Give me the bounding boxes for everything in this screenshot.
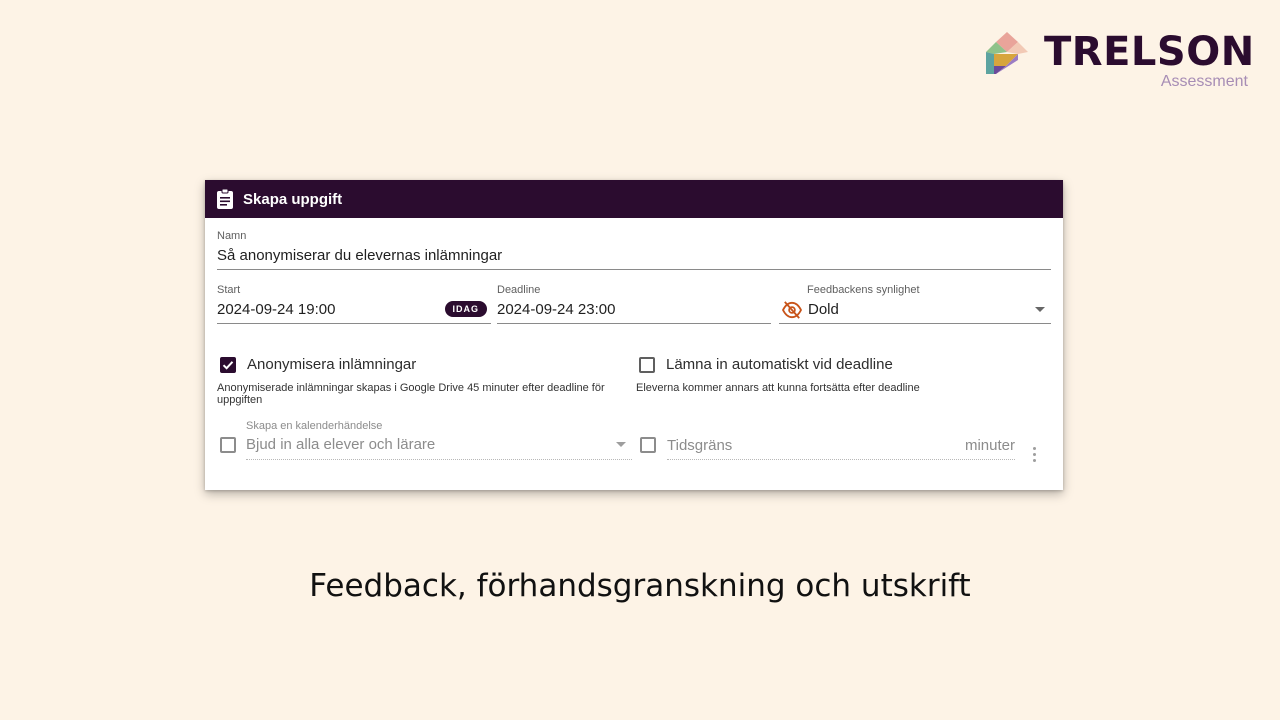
anonymize-checkbox-row[interactable]: Anonymisera inlämningar	[220, 356, 416, 373]
brand-subtitle: Assessment	[1160, 73, 1248, 90]
checkmark-icon	[222, 360, 234, 370]
time-limit-field[interactable]: Tidsgräns minuter	[667, 420, 1015, 460]
anonymize-checkbox[interactable]	[220, 356, 236, 373]
clipboard-icon	[217, 189, 233, 209]
anonymize-label: Anonymisera inlämningar	[247, 356, 417, 373]
auto-submit-help-text: Eleverna kommer annars att kunna fortsät…	[636, 382, 920, 394]
create-assignment-dialog: Skapa uppgift Namn Så anonymiserar du el…	[205, 180, 1063, 490]
chevron-down-icon	[1035, 307, 1045, 312]
eye-off-icon	[781, 301, 803, 319]
name-underline	[217, 269, 1051, 270]
name-field[interactable]: Namn Så anonymiserar du elevernas inlämn…	[217, 230, 1051, 270]
calendar-underline	[246, 459, 632, 460]
start-label: Start	[217, 284, 241, 296]
trelson-logo: TRELSON Assessment	[984, 28, 1254, 94]
dialog-header: Skapa uppgift	[205, 180, 1063, 218]
video-caption: Feedback, förhandsgranskning och utskrif…	[309, 568, 971, 604]
trelson-logo-mark-icon	[986, 32, 1028, 74]
calendar-select[interactable]: Skapa en kalenderhändelse Bjud in alla e…	[246, 420, 632, 460]
brand-name: TRELSON	[1044, 29, 1255, 75]
feedback-visibility-select[interactable]: Feedbackens synlighet Dold	[779, 284, 1051, 324]
today-button[interactable]: IDAG	[444, 301, 487, 317]
time-limit-checkbox[interactable]	[640, 437, 656, 453]
visibility-underline	[779, 323, 1051, 324]
calendar-value: Bjud in alla elever och lärare	[246, 436, 436, 453]
calendar-checkbox[interactable]	[220, 437, 236, 453]
more-options-icon[interactable]	[1033, 447, 1037, 463]
visibility-label: Feedbackens synlighet	[807, 284, 920, 296]
name-label: Namn	[217, 230, 247, 242]
anonymize-help-text: Anonymiserade inlämningar skapas i Googl…	[217, 382, 605, 406]
name-value: Så anonymiserar du elevernas inlämningar	[217, 247, 503, 264]
auto-submit-checkbox[interactable]	[639, 356, 655, 373]
auto-submit-checkbox-row[interactable]: Lämna in automatiskt vid deadline	[639, 356, 893, 373]
start-underline	[217, 323, 491, 324]
deadline-value: 2024-09-24 23:00	[497, 301, 616, 318]
visibility-value: Dold	[808, 301, 839, 318]
chevron-down-icon	[616, 442, 626, 447]
start-field[interactable]: Start 2024-09-24 19:00 IDAG	[217, 284, 491, 324]
deadline-underline	[497, 323, 771, 324]
dialog-title: Skapa uppgift	[243, 190, 343, 208]
time-limit-unit: minuter	[964, 437, 1015, 454]
calendar-label: Skapa en kalenderhändelse	[246, 420, 383, 432]
deadline-field[interactable]: Deadline 2024-09-24 23:00	[497, 284, 771, 324]
deadline-label: Deadline	[497, 284, 541, 296]
time-limit-label: Tidsgräns	[667, 437, 733, 454]
time-limit-underline	[667, 459, 1015, 460]
auto-submit-label: Lämna in automatiskt vid deadline	[666, 356, 893, 373]
